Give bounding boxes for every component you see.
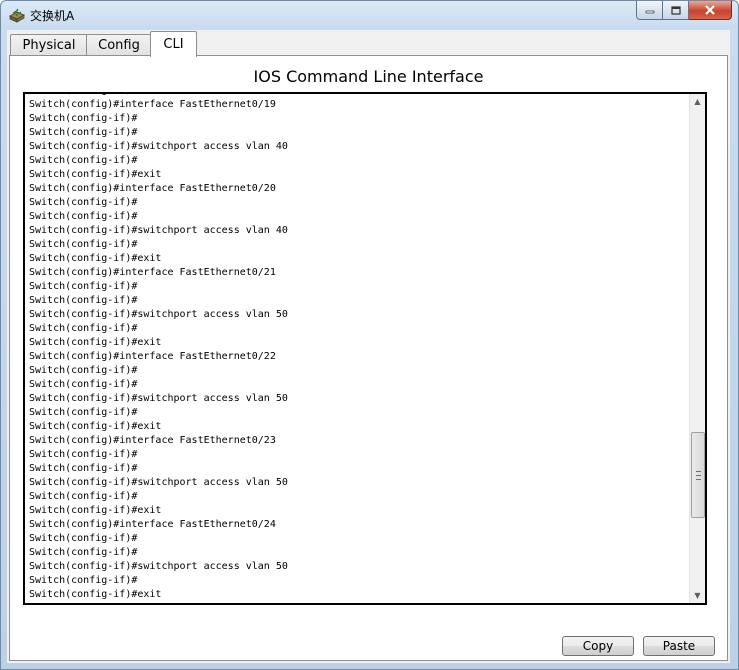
terminal-line: Switch(config-if)#switchport access vlan… (29, 561, 288, 572)
terminal-line: Switch(config-if)# (29, 281, 138, 292)
terminal-line: Switch(config-if)# (29, 365, 138, 376)
terminal-line: Switch(config)#interface FastEthernet0/2… (29, 351, 276, 362)
terminal-line: Switch(config)#interface FastEthernet0/2… (29, 519, 276, 530)
terminal-line: Switch(config-if)# (29, 113, 138, 124)
close-icon (705, 5, 715, 15)
vertical-scrollbar[interactable]: ▲ ▼ (689, 94, 705, 603)
terminal-output: Switch(config-if)#exit Switch(config)#int… (29, 94, 689, 602)
tab-cli[interactable]: CLI (150, 31, 197, 57)
window-controls (636, 1, 732, 21)
terminal-line: Switch(config)#interface FastEthernet0/2… (29, 183, 276, 194)
terminal-line: Switch(config-if)# (29, 449, 138, 460)
paste-button[interactable]: Paste (643, 636, 715, 656)
terminal-line: Switch(config-if)#switchport access vlan… (29, 309, 288, 320)
switch-device-icon (9, 8, 25, 23)
terminal-line: Switch(config-if)# (29, 323, 138, 334)
terminal-line: Switch(config-if)#switchport access vlan… (29, 225, 288, 236)
app-window: 交换机A Physical Config CLI IOS Command Lin… (0, 0, 739, 670)
terminal-line: Switch(config-if)#exit (29, 253, 162, 264)
terminal-line: Switch(config)#interface FastEthernet0/2… (29, 435, 276, 446)
terminal-line: Switch(config-if)#exit (29, 589, 162, 600)
cli-panel: IOS Command Line Interface Switch(config… (9, 55, 728, 661)
title-bar[interactable]: 交换机A (1, 1, 738, 29)
terminal-line: Switch(config-if)# (29, 491, 138, 502)
terminal-line: Switch(config-if)#switchport access vlan… (29, 393, 288, 404)
window-client-area: Physical Config CLI IOS Command Line Int… (7, 30, 730, 663)
scroll-down-arrow-icon[interactable]: ▼ (690, 588, 705, 603)
scroll-up-arrow-icon[interactable]: ▲ (690, 94, 705, 109)
terminal-line: Switch(config-if)# (29, 295, 138, 306)
cli-terminal[interactable]: Switch(config-if)#exit Switch(config)#int… (23, 92, 707, 605)
copy-button[interactable]: Copy (562, 636, 634, 656)
terminal-line: Switch(config)#interface FastEthernet0/1… (29, 99, 276, 110)
terminal-line: Switch(config-if)# (29, 463, 138, 474)
tab-config[interactable]: Config (86, 34, 152, 56)
terminal-line: Switch(config-if)# (29, 239, 138, 250)
minimize-button[interactable] (636, 1, 663, 20)
terminal-line: Switch(config-if)# (29, 547, 138, 558)
terminal-line: Switch(config-if)# (29, 379, 138, 390)
grip-icon (695, 470, 701, 480)
terminal-line: Switch(config-if)#switchport access vlan… (29, 477, 288, 488)
terminal-line: Switch(config-if)# (29, 155, 138, 166)
terminal-line: Switch(config-if)#switchport access vlan… (29, 141, 288, 152)
terminal-line: Switch(config-if)# (29, 407, 138, 418)
close-button[interactable] (689, 1, 732, 20)
maximize-icon (670, 5, 681, 15)
terminal-line: Switch(config-if)#exit (29, 337, 162, 348)
maximize-button[interactable] (663, 1, 689, 20)
terminal-line: Switch(config-if)# (29, 533, 138, 544)
scrollbar-thumb[interactable] (691, 432, 705, 518)
terminal-line: Switch(config-if)#exit (29, 169, 162, 180)
terminal-line: Switch(config-if)# (29, 197, 138, 208)
tab-physical[interactable]: Physical (10, 34, 88, 56)
terminal-line: Switch(config-if)# (29, 575, 138, 586)
terminal-line: Switch(config-if)# (29, 127, 138, 138)
terminal-line: Switch(config-if)#exit (29, 505, 162, 516)
minimize-icon (645, 10, 654, 14)
panel-title: IOS Command Line Interface (253, 67, 484, 86)
terminal-line: Switch(config-if)#exit (29, 421, 162, 432)
terminal-line: Switch(config-if)# (29, 211, 138, 222)
window-title: 交换机A (30, 9, 75, 23)
terminal-line: Switch(config)#interface FastEthernet0/2… (29, 267, 276, 278)
